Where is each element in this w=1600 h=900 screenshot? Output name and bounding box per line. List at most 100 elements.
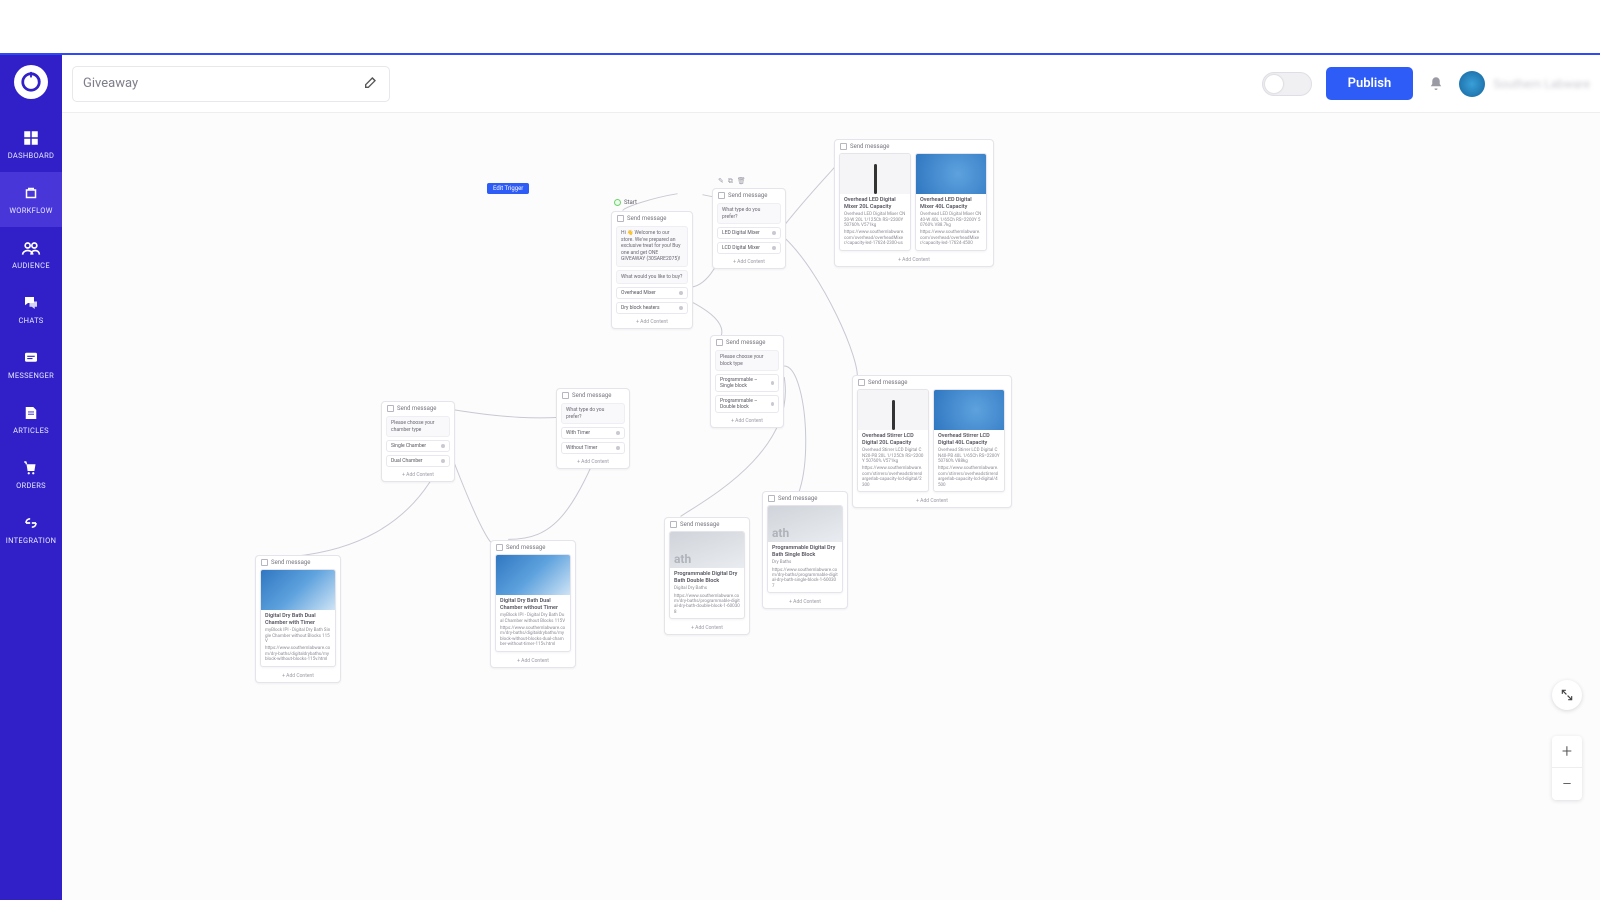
message-icon bbox=[387, 405, 394, 412]
add-content-button[interactable]: + Add Content bbox=[835, 255, 993, 266]
fullscreen-button[interactable] bbox=[1552, 680, 1582, 710]
edit-icon[interactable] bbox=[363, 74, 379, 94]
message-node[interactable]: Send message Please choose your block ty… bbox=[710, 335, 784, 428]
top-bar bbox=[0, 0, 1600, 55]
messenger-icon bbox=[20, 347, 42, 369]
option-button[interactable]: Overhead Mixer bbox=[616, 287, 688, 299]
product-image bbox=[840, 154, 910, 194]
zoom-in-button[interactable]: + bbox=[1552, 736, 1582, 768]
option-button[interactable]: LCD Digital Mixer bbox=[717, 242, 781, 254]
message-icon bbox=[261, 559, 268, 566]
sidebar-item-integration[interactable]: INTEGRATION bbox=[0, 502, 62, 557]
add-content-button[interactable]: + Add Content bbox=[763, 597, 847, 608]
sidebar-item-label: INTEGRATION bbox=[6, 536, 57, 545]
product-card[interactable]: Overhead LED Digital Mixer 20L CapacityO… bbox=[839, 153, 911, 251]
product-message-node[interactable]: Send message Digital Dry Bath Dual Chamb… bbox=[255, 555, 341, 683]
sidebar-item-workflow[interactable]: WORKFLOW bbox=[0, 172, 62, 227]
sidebar-item-label: CHATS bbox=[18, 316, 43, 325]
product-image bbox=[858, 390, 928, 430]
sidebar-item-audience[interactable]: AUDIENCE bbox=[0, 227, 62, 282]
product-message-node[interactable]: Send message Programmable Digital Dry Ba… bbox=[664, 517, 750, 635]
add-content-button[interactable]: + Add Content bbox=[256, 671, 340, 682]
workflow-title-input[interactable]: Giveaway bbox=[72, 66, 390, 102]
product-message-node[interactable]: Send message Overhead LED Digital Mixer … bbox=[834, 139, 994, 267]
sidebar-item-label: MESSENGER bbox=[8, 371, 54, 380]
add-content-button[interactable]: + Add Content bbox=[713, 257, 785, 268]
sidebar: DASHBOARD WORKFLOW AUDIENCE CHATS MESSEN… bbox=[0, 55, 62, 900]
message-icon bbox=[670, 521, 677, 528]
add-content-button[interactable]: + Add Content bbox=[382, 470, 454, 481]
add-content-button[interactable]: + Add Content bbox=[665, 623, 749, 634]
sidebar-item-articles[interactable]: ARTICLES bbox=[0, 392, 62, 447]
message-node[interactable]: Send message Hi 👋 Welcome to our store. … bbox=[611, 211, 693, 329]
product-message-node[interactable]: Send message Programmable Digital Dry Ba… bbox=[762, 491, 848, 609]
sidebar-item-messenger[interactable]: MESSENGER bbox=[0, 337, 62, 392]
message-icon bbox=[840, 143, 847, 150]
message-node[interactable]: Send message Please choose your chamber … bbox=[381, 401, 455, 482]
product-message-node[interactable]: Send message Overhead Stirrer LCD Digita… bbox=[852, 375, 1012, 508]
add-content-button[interactable]: + Add Content bbox=[612, 317, 692, 328]
delete-node-icon[interactable]: 🗑 bbox=[737, 177, 746, 186]
product-message-node[interactable]: Send message Digital Dry Bath Dual Chamb… bbox=[490, 540, 576, 668]
sidebar-item-label: ARTICLES bbox=[13, 426, 49, 435]
dashboard-icon bbox=[20, 127, 42, 149]
option-button[interactable]: Programmable – Single block bbox=[715, 374, 779, 392]
articles-icon bbox=[20, 402, 42, 424]
node-toolbar[interactable]: ✎ ⧉ 🗑 bbox=[718, 177, 746, 186]
add-content-button[interactable]: + Add Content bbox=[853, 496, 1011, 507]
sidebar-item-orders[interactable]: ORDERS bbox=[0, 447, 62, 502]
edit-trigger-button[interactable]: Edit Trigger bbox=[487, 183, 529, 194]
brand-logo[interactable] bbox=[14, 65, 48, 99]
product-card[interactable]: Digital Dry Bath Dual Chamber without Ti… bbox=[495, 554, 571, 652]
publish-button[interactable]: Publish bbox=[1326, 67, 1414, 100]
chats-icon bbox=[20, 292, 42, 314]
product-card[interactable]: Overhead Stirrer LCD Digital 20L Capacit… bbox=[857, 389, 929, 492]
main-layout: DASHBOARD WORKFLOW AUDIENCE CHATS MESSEN… bbox=[0, 55, 1600, 900]
add-content-button[interactable]: + Add Content bbox=[557, 457, 629, 468]
workflow-title: Giveaway bbox=[83, 76, 138, 91]
message-icon bbox=[716, 339, 723, 346]
option-button[interactable]: With Timer bbox=[561, 427, 625, 439]
option-button[interactable]: Without Timer bbox=[561, 442, 625, 454]
workflow-canvas[interactable]: Edit Trigger Start ✎ ⧉ 🗑 Send message Hi 👋… bbox=[62, 113, 1600, 900]
add-content-button[interactable]: + Add Content bbox=[491, 656, 575, 667]
product-image bbox=[916, 154, 986, 194]
product-card[interactable]: Overhead Stirrer LCD Digital 40L Capacit… bbox=[933, 389, 1005, 492]
product-card[interactable]: Programmable Digital Dry Bath Single Blo… bbox=[767, 505, 843, 593]
message-icon bbox=[768, 495, 775, 502]
content-area: Giveaway Publish Southern Labware bbox=[62, 55, 1600, 900]
product-card[interactable]: Programmable Digital Dry Bath Double Blo… bbox=[669, 531, 745, 619]
product-image bbox=[496, 555, 570, 595]
zoom-out-button[interactable]: − bbox=[1552, 768, 1582, 800]
option-button[interactable]: Dry block heaters bbox=[616, 302, 688, 314]
product-card[interactable]: Digital Dry Bath Dual Chamber with Timer… bbox=[260, 569, 336, 667]
sidebar-item-chats[interactable]: CHATS bbox=[0, 282, 62, 337]
product-image bbox=[261, 570, 335, 610]
option-button[interactable]: LED Digital Mixer bbox=[717, 227, 781, 239]
edit-node-icon[interactable]: ✎ bbox=[718, 177, 724, 186]
workflow-icon bbox=[20, 182, 42, 204]
message-node[interactable]: Send message What type do you prefer? Wi… bbox=[556, 388, 630, 469]
option-button[interactable]: Single Chamber bbox=[386, 440, 450, 452]
sidebar-item-label: DASHBOARD bbox=[8, 151, 54, 160]
orders-icon bbox=[20, 457, 42, 479]
copy-node-icon[interactable]: ⧉ bbox=[728, 177, 733, 186]
option-button[interactable]: Dual Chamber bbox=[386, 455, 450, 467]
message-node[interactable]: Send message What type do you prefer? LE… bbox=[712, 188, 786, 269]
zoom-controls: + − bbox=[1552, 680, 1582, 800]
sidebar-item-dashboard[interactable]: DASHBOARD bbox=[0, 117, 62, 172]
notifications-icon[interactable] bbox=[1427, 75, 1445, 93]
add-content-button[interactable]: + Add Content bbox=[711, 416, 783, 427]
avatar[interactable] bbox=[1459, 71, 1485, 97]
product-card[interactable]: Overhead LED Digital Mixer 40L CapacityO… bbox=[915, 153, 987, 251]
product-image bbox=[768, 506, 842, 542]
start-node[interactable]: Start bbox=[614, 199, 637, 206]
option-button[interactable]: Programmable – Double block bbox=[715, 395, 779, 413]
sidebar-item-label: ORDERS bbox=[16, 481, 46, 490]
account-name: Southern Labware bbox=[1493, 77, 1590, 91]
product-image bbox=[934, 390, 1004, 430]
activate-toggle[interactable] bbox=[1262, 72, 1312, 96]
start-icon bbox=[614, 199, 621, 206]
sidebar-item-label: WORKFLOW bbox=[9, 206, 52, 215]
content-header: Giveaway Publish Southern Labware bbox=[62, 55, 1600, 113]
